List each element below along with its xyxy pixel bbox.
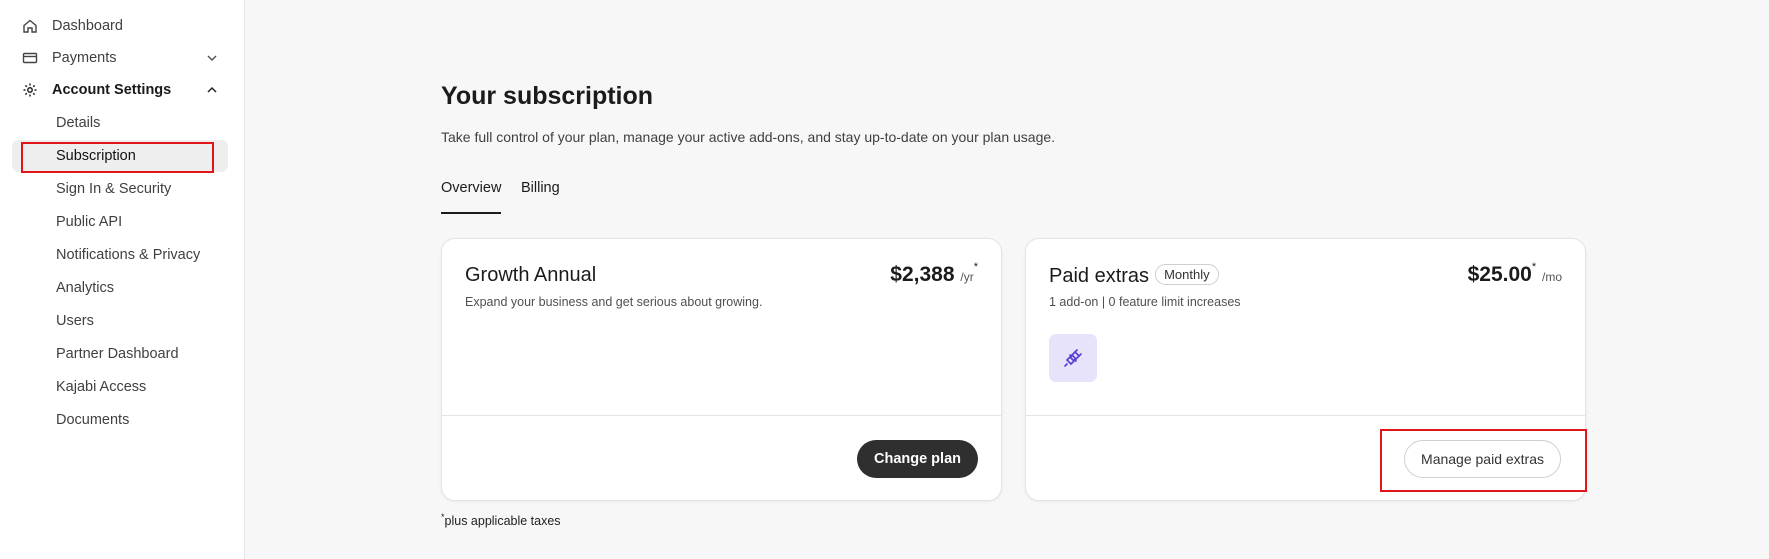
- credit-card-icon: [20, 48, 40, 68]
- sidebar-item-dashboard[interactable]: Dashboard: [12, 10, 228, 42]
- plan-price-period: /yr: [960, 270, 974, 284]
- footnote-text: plus applicable taxes: [444, 514, 561, 529]
- sidebar-item-payments[interactable]: Payments: [12, 42, 228, 74]
- plan-card: Growth Annual Expand your business and g…: [441, 238, 1002, 501]
- tab-overview[interactable]: Overview: [441, 180, 502, 214]
- chevron-up-icon[interactable]: [204, 82, 220, 98]
- sidebar-item-label: Sign In & Security: [56, 181, 172, 197]
- sidebar-item-label: Subscription: [56, 148, 136, 164]
- sidebar-item-label: Public API: [56, 214, 123, 230]
- plan-description: Expand your business and get serious abo…: [465, 295, 763, 309]
- sidebar-item-label: Payments: [52, 50, 117, 66]
- plug-icon: [1049, 334, 1097, 382]
- plan-title: Growth Annual: [465, 264, 597, 286]
- sidebar-item-label: Details: [56, 115, 101, 131]
- sidebar-item-subscription[interactable]: Subscription: [12, 140, 228, 172]
- change-plan-button[interactable]: Change plan: [856, 440, 978, 478]
- paid-extras-price-asterisk: *: [1531, 261, 1537, 273]
- sidebar-item-public-api[interactable]: Public API: [12, 206, 228, 238]
- sidebar-item-label: Users: [56, 313, 94, 329]
- home-icon: [20, 16, 40, 36]
- paid-extras-summary: 1 add-on | 0 feature limit increases: [1049, 295, 1241, 309]
- paid-extras-title: Paid extras: [1049, 265, 1150, 287]
- page-title: Your subscription: [441, 82, 654, 110]
- paid-extras-price-amount: $25.00: [1467, 263, 1532, 286]
- manage-paid-extras-button[interactable]: Manage paid extras: [1404, 440, 1561, 478]
- chevron-down-icon[interactable]: [204, 50, 220, 66]
- sidebar-item-label: Documents: [56, 412, 130, 428]
- sidebar-item-documents[interactable]: Documents: [12, 404, 228, 436]
- taxes-footnote: *plus applicable taxes: [441, 512, 561, 528]
- sidebar-item-details[interactable]: Details: [12, 107, 228, 139]
- paid-extras-title-row: Paid extras Monthly: [1049, 264, 1219, 288]
- paid-extras-card: Paid extras Monthly 1 add-on | 0 feature …: [1025, 238, 1586, 501]
- gear-icon: [20, 80, 40, 100]
- plan-price: $2,388 /yr*: [890, 261, 978, 287]
- paid-extras-price: $25.00* /mo: [1467, 261, 1562, 287]
- sidebar-item-notifications-privacy[interactable]: Notifications & Privacy: [12, 239, 228, 271]
- sidebar-item-analytics[interactable]: Analytics: [12, 272, 228, 304]
- tab-billing[interactable]: Billing: [521, 180, 560, 214]
- paid-extras-price-period: /mo: [1541, 270, 1562, 284]
- sidebar-item-kajabi-access[interactable]: Kajabi Access: [12, 371, 228, 403]
- sidebar-item-label: Partner Dashboard: [56, 346, 179, 362]
- sidebar-item-label: Account Settings: [52, 82, 172, 98]
- sidebar-item-users[interactable]: Users: [12, 305, 228, 337]
- sidebar-item-label: Analytics: [56, 280, 115, 296]
- sidebar-item-partner-dashboard[interactable]: Partner Dashboard: [12, 338, 228, 370]
- page-subtitle: Take full control of your plan, manage y…: [441, 129, 1056, 145]
- sidebar-item-account-settings[interactable]: Account Settings: [12, 74, 228, 106]
- sidebar-item-label: Dashboard: [52, 18, 123, 34]
- card-divider: [442, 415, 1001, 416]
- sidebar: Dashboard Payments Account Settings Deta…: [0, 0, 245, 559]
- billing-cycle-badge: Monthly: [1155, 264, 1219, 285]
- main-content: Your subscription Take full control of y…: [246, 0, 1769, 559]
- sidebar-item-sign-in-security[interactable]: Sign In & Security: [12, 173, 228, 205]
- card-divider: [1026, 415, 1585, 416]
- plan-price-asterisk: *: [973, 261, 978, 273]
- sidebar-item-label: Notifications & Privacy: [56, 247, 201, 263]
- sidebar-item-label: Kajabi Access: [56, 379, 147, 395]
- plan-price-amount: $2,388: [890, 263, 955, 286]
